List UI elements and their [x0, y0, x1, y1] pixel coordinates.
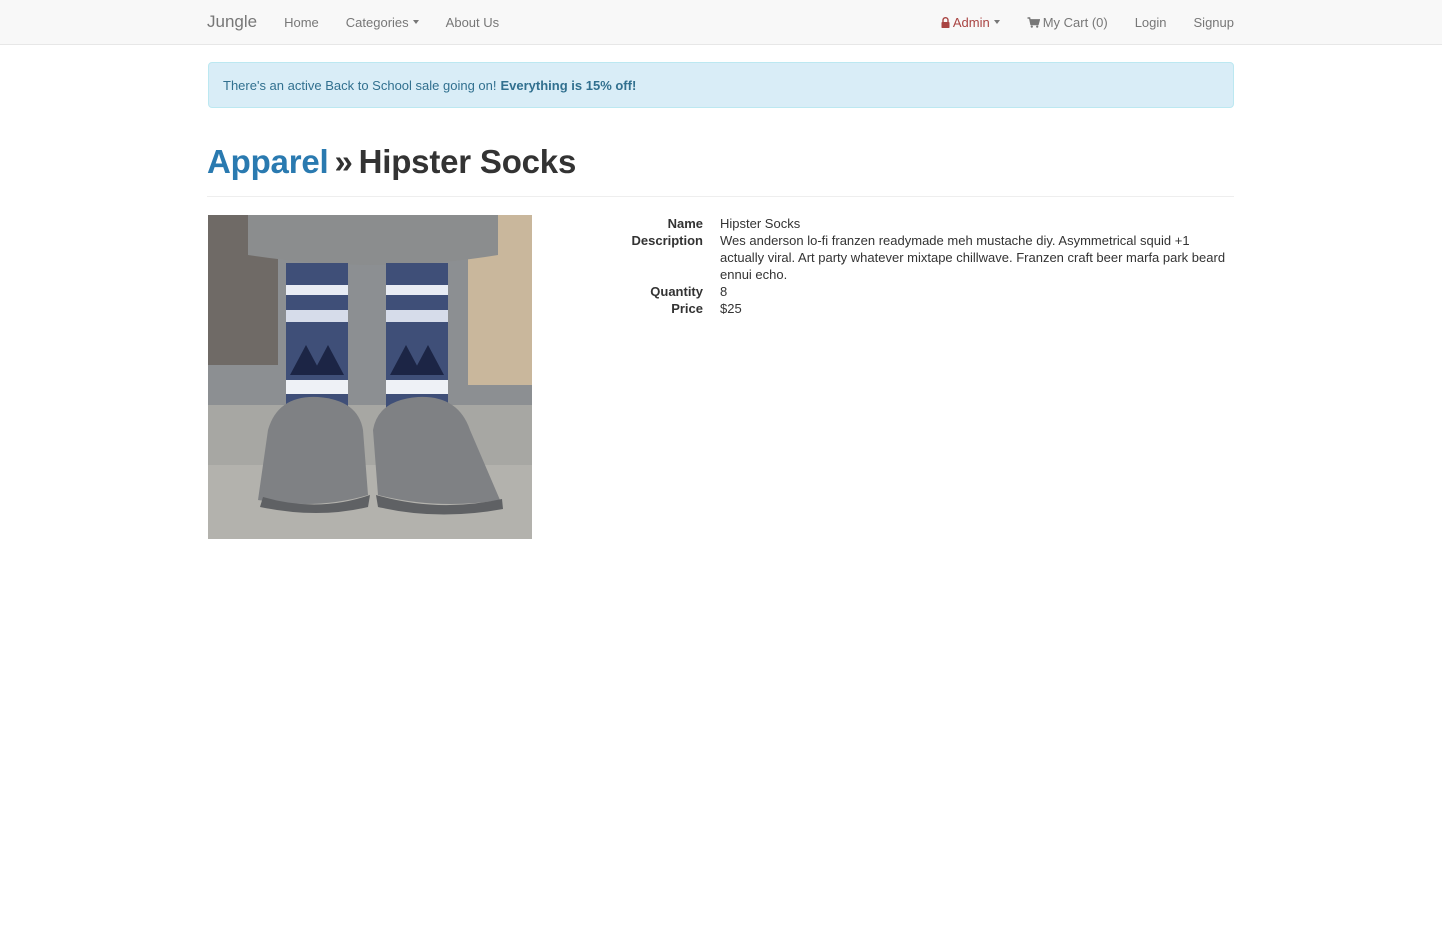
page-title: Apparel» Hipster Socks — [207, 140, 1234, 184]
detail-label: Name — [667, 216, 703, 231]
detail-label: Description — [631, 233, 703, 248]
hipster-socks-photo-icon — [208, 215, 532, 539]
detail-value: $25 — [720, 301, 742, 316]
nav-home[interactable]: Home — [284, 15, 319, 30]
nav-cart[interactable]: My Cart (0) — [1027, 15, 1108, 30]
product-image — [208, 215, 532, 539]
navbar-container: Jungle Home Categories About Us Admin My… — [207, 0, 1234, 44]
sale-alert-emphasis: Everything is 15% off! — [500, 77, 637, 93]
caret-down-icon — [993, 20, 1000, 24]
nav-categories-dropdown[interactable]: Categories — [346, 15, 419, 30]
page-header: Apparel» Hipster Socks — [207, 140, 1234, 197]
brand-link[interactable]: Jungle — [207, 12, 257, 32]
category-breadcrumb-link[interactable]: Apparel — [207, 143, 329, 180]
detail-label: Price — [671, 301, 703, 316]
navbar-left: Jungle Home Categories About Us — [207, 0, 526, 44]
cart-icon — [1027, 16, 1040, 28]
nav-admin-label: Admin — [952, 14, 990, 30]
nav-categories-label: Categories — [345, 14, 409, 30]
breadcrumb-separator: » — [334, 143, 353, 180]
detail-value: 8 — [720, 284, 728, 299]
detail-row-price: Price $25 — [560, 300, 1234, 317]
nav-signup[interactable]: Signup — [1194, 15, 1234, 30]
product-title: Hipster Socks — [358, 143, 577, 180]
nav-login[interactable]: Login — [1135, 15, 1167, 30]
lock-icon — [941, 16, 950, 28]
nav-admin-dropdown[interactable]: Admin — [941, 15, 1000, 30]
sale-alert: There's an active Back to School sale go… — [208, 62, 1234, 108]
detail-value: Hipster Socks — [720, 216, 801, 231]
navbar-right: Admin My Cart (0) Login Signup — [914, 0, 1234, 44]
detail-row-description: Description Wes anderson lo-fi franzen r… — [560, 232, 1234, 283]
product-detail-list: Name Hipster Socks Description Wes ander… — [560, 215, 1234, 317]
detail-row-name: Name Hipster Socks — [560, 215, 1234, 232]
top-navbar: Jungle Home Categories About Us Admin My… — [0, 0, 1442, 45]
sale-alert-message: There's an active Back to School sale go… — [223, 77, 497, 93]
nav-about[interactable]: About Us — [446, 15, 499, 30]
nav-cart-label: My Cart (0) — [1042, 14, 1108, 30]
caret-down-icon — [412, 20, 419, 24]
detail-row-quantity: Quantity 8 — [560, 283, 1234, 300]
product-details: Name Hipster Socks Description Wes ander… — [560, 215, 1234, 317]
detail-value: Wes anderson lo-fi franzen readymade meh… — [720, 233, 1226, 282]
detail-label: Quantity — [650, 284, 703, 299]
